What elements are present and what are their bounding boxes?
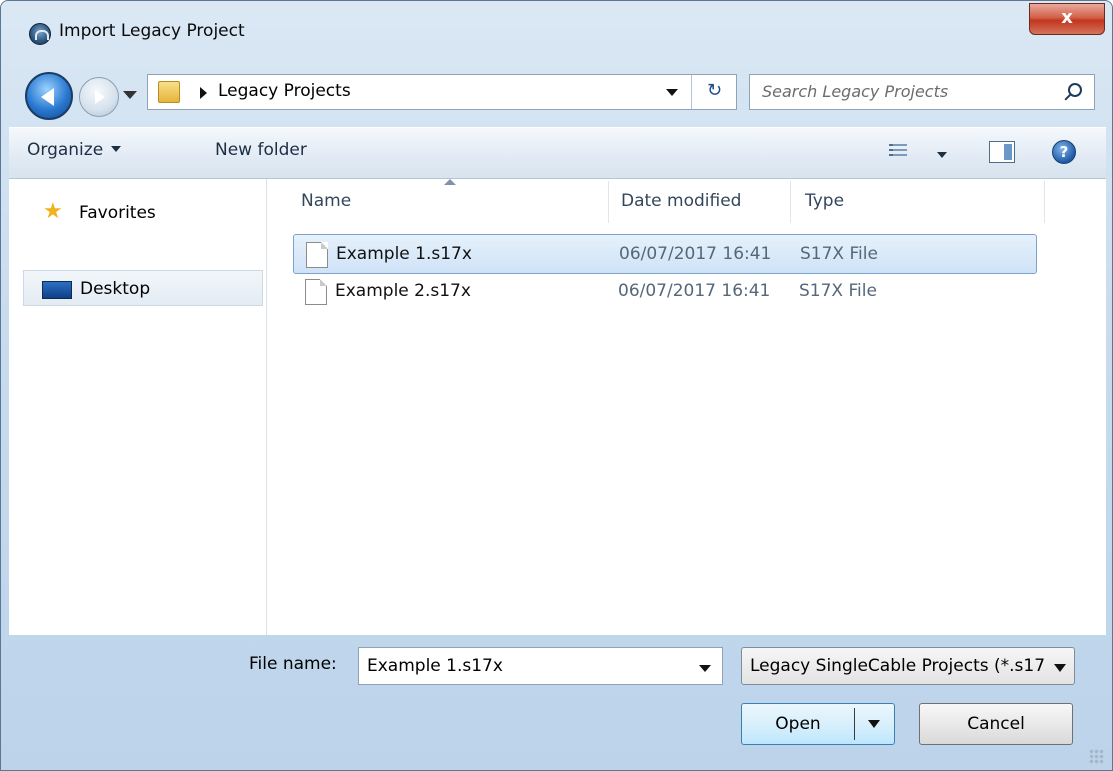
nav-item-desktop[interactable]: Desktop [23,270,263,306]
file-type: S17X File [800,244,878,264]
navigation-pane: ★ Favorites Desktop [9,179,267,635]
file-name: Example 1.s17x [336,244,472,264]
search-icon[interactable] [1068,83,1082,97]
new-folder-button[interactable]: New folder [215,140,307,160]
file-icon [305,279,327,305]
column-header-type[interactable]: Type [805,191,844,211]
title-bar[interactable]: Import Legacy Project x [1,1,1112,65]
file-name-label: File name: [249,654,337,674]
address-dropdown-icon[interactable] [666,89,678,96]
preview-pane-icon[interactable] [989,141,1015,163]
open-button-label: Open [775,714,821,734]
sort-ascending-icon [444,179,456,185]
column-header-date-modified[interactable]: Date modified [621,191,741,211]
resize-grip-icon[interactable] [1089,749,1105,765]
file-name: Example 2.s17x [335,281,471,301]
forward-button[interactable] [79,77,119,117]
file-name-field[interactable]: Example 1.s17x [358,647,723,685]
command-toolbar: Organize New folder ? [9,127,1106,179]
cancel-button[interactable]: Cancel [919,703,1073,745]
file-type-filter-select[interactable]: Legacy SingleCable Projects (*.s17x) [741,647,1075,685]
organize-label: Organize [27,140,104,160]
file-name-dropdown-icon[interactable] [699,665,711,672]
close-button[interactable]: x [1029,3,1105,35]
column-divider[interactable] [608,181,609,223]
breadcrumb-arrow-icon[interactable] [200,87,207,99]
split-divider [854,708,855,740]
content-area: ★ Favorites Desktop Name Date modified T… [9,179,1106,635]
chevron-down-icon [111,146,122,152]
file-row[interactable]: Example 2.s17x 06/07/2017 16:41 S17X Fil… [293,272,1037,312]
search-placeholder: Search Legacy Projects [762,82,949,101]
nav-item-favorites[interactable]: ★ Favorites [23,195,263,231]
file-row[interactable]: Example 1.s17x 06/07/2017 16:41 S17X Fil… [293,234,1037,274]
file-date-modified: 06/07/2017 16:41 [619,244,772,264]
view-options-dropdown-icon[interactable] [937,152,947,158]
recent-locations-dropdown-icon[interactable] [123,91,137,99]
address-bar[interactable]: Legacy Projects ↻ [147,74,737,110]
column-divider[interactable] [790,181,791,223]
help-icon[interactable]: ? [1052,140,1076,164]
file-name-value[interactable]: Example 1.s17x [367,656,503,676]
import-dialog-window: Import Legacy Project x Legacy Projects … [0,0,1113,771]
column-divider[interactable] [1044,181,1045,223]
refresh-button[interactable]: ↻ [691,75,737,109]
file-type: S17X File [799,281,877,301]
file-icon [306,242,328,268]
organize-button[interactable]: Organize [27,140,122,160]
file-type-filter-value: Legacy SingleCable Projects (*.s17x) [750,656,1044,676]
app-icon [29,23,51,45]
back-button[interactable] [25,72,73,120]
column-header-name[interactable]: Name [301,191,351,211]
star-icon: ★ [43,199,63,224]
search-input[interactable]: Search Legacy Projects [749,74,1095,110]
open-options-dropdown-icon[interactable] [868,720,880,728]
change-view-icon[interactable] [889,144,907,160]
folder-icon [158,81,180,103]
desktop-icon [42,281,72,299]
nav-item-label: Favorites [79,203,156,223]
window-title: Import Legacy Project [59,21,245,41]
open-button[interactable]: Open [741,703,895,745]
breadcrumb-item[interactable]: Legacy Projects [218,81,351,101]
filter-dropdown-icon[interactable] [1054,664,1066,672]
nav-item-label: Desktop [80,279,151,299]
file-date-modified: 06/07/2017 16:41 [618,281,771,301]
file-list: Name Date modified Type Example 1.s17x 0… [268,179,1106,635]
